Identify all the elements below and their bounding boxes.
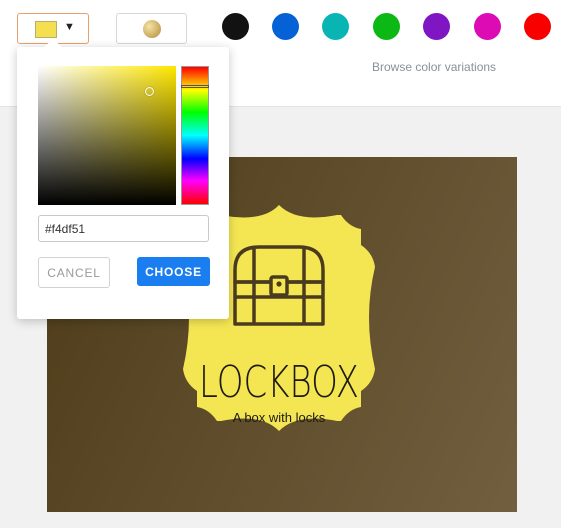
preset-color-teal[interactable] <box>322 13 349 40</box>
saturation-value-area[interactable] <box>38 66 176 205</box>
preset-color-black[interactable] <box>222 13 249 40</box>
preset-color-purple[interactable] <box>423 13 450 40</box>
gradient-color-button[interactable] <box>116 13 187 44</box>
keyhole-icon <box>276 281 282 287</box>
preset-color-green[interactable] <box>373 13 400 40</box>
logo-tagline: A box with locks <box>233 410 326 425</box>
saturation-value-handle[interactable] <box>145 87 154 96</box>
gradient-swatch-icon <box>143 20 161 38</box>
hue-slider-handle[interactable] <box>181 85 209 88</box>
color-picker-popover: CANCEL CHOOSE <box>17 38 229 319</box>
chevron-down-icon: ▼ <box>64 21 75 33</box>
preset-color-red[interactable] <box>524 13 551 40</box>
preset-color-blue[interactable] <box>272 13 299 40</box>
selected-color-swatch <box>35 21 57 38</box>
browse-color-variations-link[interactable]: Browse color variations <box>372 60 496 74</box>
cancel-button[interactable]: CANCEL <box>38 257 110 288</box>
logo-title: LOCKBOX <box>199 357 359 408</box>
hex-color-input[interactable] <box>38 215 209 242</box>
hue-slider[interactable] <box>181 66 209 205</box>
choose-button[interactable]: CHOOSE <box>137 257 210 286</box>
preset-color-magenta[interactable] <box>474 13 501 40</box>
